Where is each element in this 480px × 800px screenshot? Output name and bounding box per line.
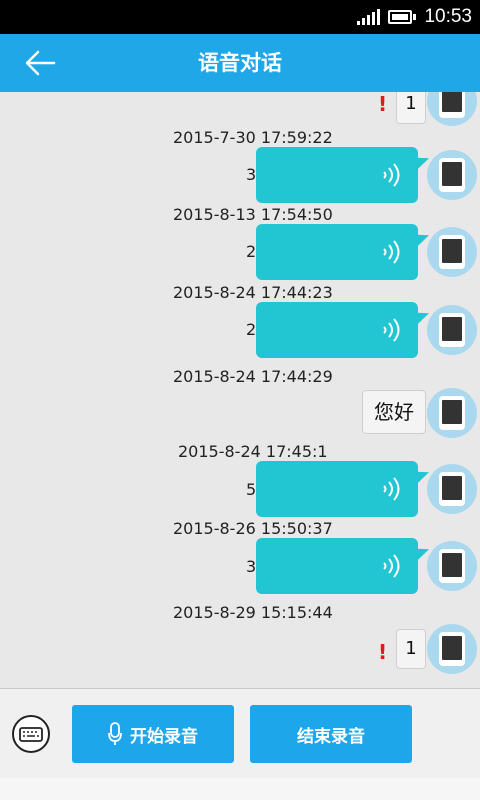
- phone-avatar-icon: [439, 549, 465, 583]
- keyboard-icon: [19, 727, 43, 742]
- send-error-icon[interactable]: !: [378, 640, 387, 664]
- voice-bubble[interactable]: [256, 461, 418, 517]
- avatar: [427, 624, 477, 674]
- text-bubble[interactable]: 1: [396, 629, 426, 669]
- message-timestamp: 2015-7-30 17:59:22: [173, 128, 333, 147]
- text-bubble[interactable]: 1: [396, 92, 426, 124]
- keyboard-toggle-button[interactable]: [12, 715, 50, 753]
- message-timestamp: 2015-8-24 17:44:29: [173, 367, 333, 386]
- battery-icon: [388, 10, 413, 24]
- chat-list[interactable]: ! 1 2015-7-30 17:59:22 3 2015-8-13 17:54…: [0, 92, 480, 688]
- voice-bubble[interactable]: [256, 224, 418, 280]
- signal-icon: [357, 9, 381, 25]
- status-bar: 10:53: [0, 0, 480, 34]
- app-header: 语音对话: [0, 34, 480, 92]
- avatar: [427, 305, 477, 355]
- phone-avatar-icon: [439, 632, 465, 666]
- start-recording-button[interactable]: 开始录音: [72, 705, 234, 763]
- voice-duration: 5: [246, 480, 257, 499]
- voice-wave-icon: [383, 318, 400, 342]
- battery-tip: [413, 14, 417, 20]
- phone-avatar-icon: [439, 472, 465, 506]
- voice-duration: 2: [246, 320, 257, 339]
- avatar: [427, 92, 477, 126]
- voice-bubble[interactable]: [256, 302, 418, 358]
- phone-avatar-icon: [439, 235, 465, 269]
- phone-avatar-icon: [439, 396, 465, 430]
- page-title: 语音对话: [198, 51, 282, 75]
- stop-recording-button[interactable]: 结束录音: [250, 705, 412, 763]
- text-bubble[interactable]: 您好: [362, 390, 426, 434]
- send-error-icon[interactable]: !: [378, 92, 387, 116]
- message-timestamp: 2015-8-29 15:15:44: [173, 603, 333, 622]
- voice-duration: 2: [246, 242, 257, 261]
- voice-wave-icon: [383, 240, 400, 264]
- status-time: 10:53: [424, 6, 472, 27]
- avatar: [427, 541, 477, 591]
- phone-avatar-icon: [439, 158, 465, 192]
- voice-wave-icon: [383, 477, 400, 501]
- phone-avatar-icon: [439, 92, 465, 118]
- start-recording-label: 开始录音: [130, 726, 198, 747]
- voice-bubble[interactable]: [256, 147, 418, 203]
- message-timestamp: 2015-8-24 17:44:23: [173, 283, 333, 302]
- avatar: [427, 227, 477, 277]
- voice-bubble[interactable]: [256, 538, 418, 594]
- footer-strip: [0, 778, 480, 800]
- message-timestamp: 2015-8-24 17:45:1: [178, 442, 328, 461]
- status-right: 10:53: [357, 0, 472, 34]
- back-button[interactable]: [18, 44, 62, 82]
- voice-wave-icon: [383, 163, 400, 187]
- message-timestamp: 2015-8-13 17:54:50: [173, 205, 333, 224]
- microphone-icon: [108, 722, 122, 745]
- voice-wave-icon: [383, 554, 400, 578]
- phone-avatar-icon: [439, 313, 465, 347]
- avatar: [427, 150, 477, 200]
- stop-recording-label: 结束录音: [297, 726, 365, 747]
- back-arrow-icon: [25, 50, 56, 76]
- avatar: [427, 388, 477, 438]
- voice-duration: 3: [246, 165, 257, 184]
- voice-duration: 3: [246, 557, 257, 576]
- avatar: [427, 464, 477, 514]
- message-timestamp: 2015-8-26 15:50:37: [173, 519, 333, 538]
- bottom-toolbar: 开始录音 结束录音: [0, 688, 480, 778]
